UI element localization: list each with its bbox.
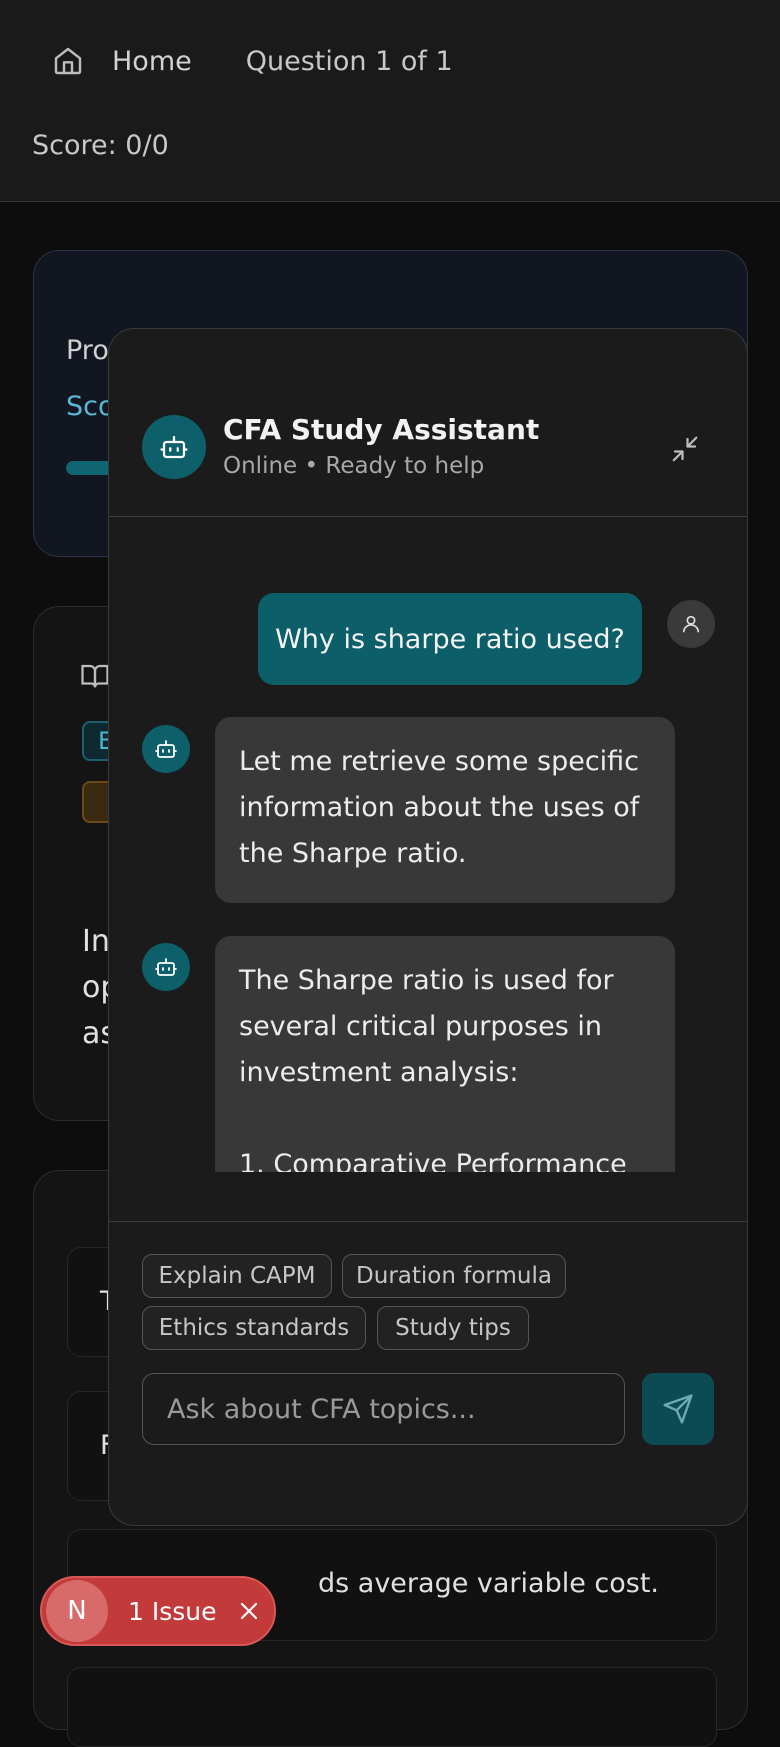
message-line: investment analysis:	[239, 1057, 519, 1088]
user-avatar	[667, 600, 715, 648]
assistant-avatar	[142, 943, 190, 991]
suggestion-chip[interactable]: Duration formula	[342, 1254, 566, 1298]
top-bar: Home Question 1 of 1 Score: 0/0	[0, 0, 780, 202]
home-icon[interactable]	[52, 44, 84, 78]
suggestion-chip[interactable]: Study tips	[377, 1306, 529, 1350]
issue-label: 1 Issue	[128, 1596, 217, 1626]
nav-row: Home Question 1 of 1	[52, 44, 453, 78]
bot-icon	[155, 740, 177, 758]
answer-option[interactable]	[67, 1667, 717, 1747]
issue-badge[interactable]: N 1 Issue	[40, 1576, 276, 1646]
bot-icon	[160, 435, 188, 459]
chat-footer: Explain CAPM Duration formula Ethics sta…	[109, 1221, 747, 1525]
minimize-button[interactable]	[665, 429, 705, 469]
user-message: Why is sharpe ratio used?	[258, 593, 642, 685]
chat-panel: CFA Study Assistant Online • Ready to he…	[108, 328, 748, 1526]
progress-title: Pro	[66, 335, 109, 366]
assistant-avatar	[142, 725, 190, 773]
message-line: The Sharpe ratio is used for	[239, 965, 614, 996]
message-line: the Sharpe ratio.	[239, 838, 467, 869]
chat-input[interactable]	[142, 1373, 625, 1445]
assistant-avatar	[142, 415, 206, 479]
message-list[interactable]: Why is sharpe ratio used? Let me retriev…	[109, 518, 747, 1172]
message-line: several critical purposes in	[239, 1011, 602, 1042]
answer-option-text: ds average variable cost.	[318, 1568, 660, 1599]
send-icon	[663, 1394, 693, 1424]
chat-header: CFA Study Assistant Online • Ready to he…	[109, 329, 747, 517]
assistant-message: Let me retrieve some specific informatio…	[215, 717, 675, 903]
send-button[interactable]	[642, 1373, 714, 1445]
assistant-message: The Sharpe ratio is used for several cri…	[215, 936, 675, 1172]
bot-icon	[155, 958, 177, 976]
chat-status: Online • Ready to help	[223, 453, 485, 479]
user-icon	[682, 615, 700, 633]
message-line: 1. Comparative Performance	[239, 1149, 627, 1172]
issue-avatar: N	[46, 1580, 108, 1642]
suggestion-chip[interactable]: Ethics standards	[142, 1306, 366, 1350]
suggestion-chip[interactable]: Explain CAPM	[142, 1254, 332, 1298]
home-link[interactable]: Home	[112, 46, 192, 77]
chat-title: CFA Study Assistant	[223, 413, 540, 446]
book-open-icon	[81, 664, 109, 688]
message-line	[239, 1096, 651, 1142]
close-issue-button[interactable]	[235, 1597, 263, 1625]
question-counter: Question 1 of 1	[245, 45, 453, 77]
minimize-icon	[672, 436, 698, 462]
close-icon	[240, 1602, 257, 1620]
score-label: Score: 0/0	[32, 130, 169, 161]
message-line: Let me retrieve some specific	[239, 746, 640, 777]
message-line: information about the uses of	[239, 792, 640, 823]
